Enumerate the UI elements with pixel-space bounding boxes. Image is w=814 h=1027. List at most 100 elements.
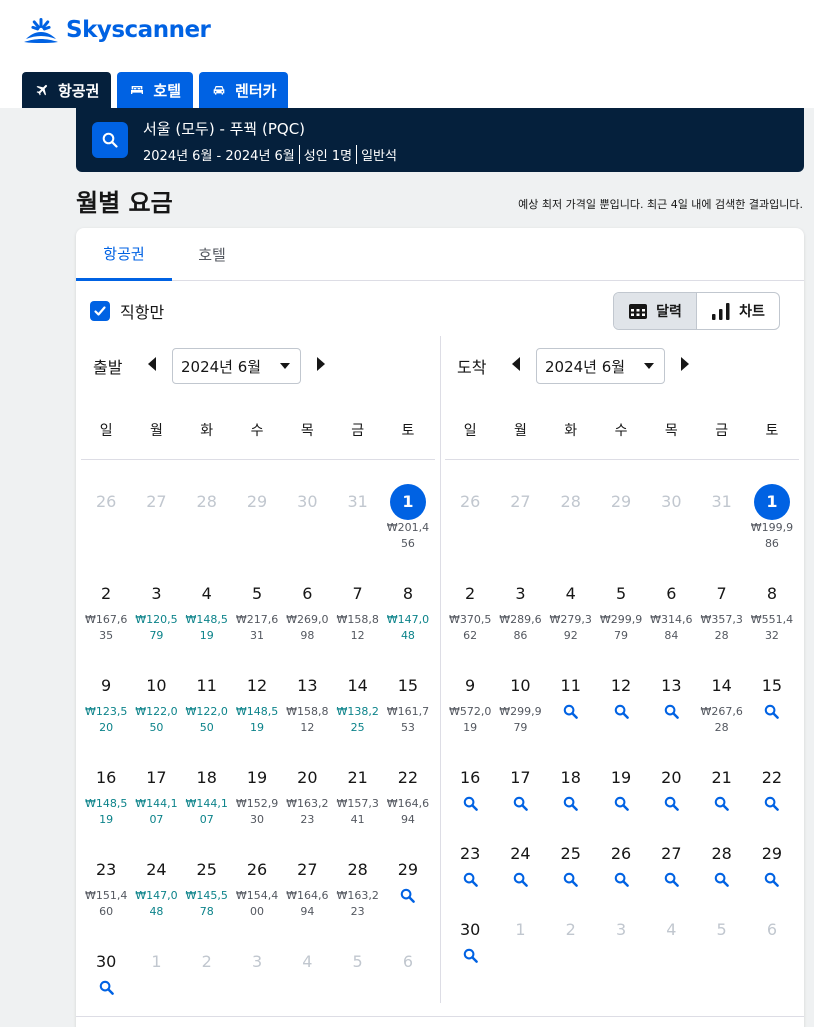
search-price-icon[interactable] — [664, 796, 679, 811]
day-cell[interactable]: 25 ₩145,578 — [182, 852, 232, 940]
day-cell[interactable]: 17 — [495, 760, 545, 848]
day-cell[interactable]: 4 ₩148,519 — [182, 576, 232, 664]
day-cell[interactable]: 22 ₩164,694 — [383, 760, 433, 848]
day-cell[interactable]: 21 ₩157,341 — [333, 760, 383, 848]
day-cell[interactable]: 11 ₩122,050 — [182, 668, 232, 756]
search-price-button[interactable] — [495, 796, 545, 815]
day-cell[interactable]: 23 ₩151,460 — [81, 852, 131, 940]
search-price-button[interactable] — [546, 796, 596, 815]
day-cell[interactable]: 19 — [596, 760, 646, 848]
day-cell[interactable]: 18 — [546, 760, 596, 848]
chart-view-button[interactable]: 차트 — [697, 293, 779, 329]
day-cell[interactable]: 3 ₩120,579 — [131, 576, 181, 664]
search-price-icon[interactable] — [513, 796, 528, 811]
search-price-icon[interactable] — [614, 796, 629, 811]
day-cell[interactable]: 2 ₩167,635 — [81, 576, 131, 664]
day-cell[interactable]: 5 ₩217,631 — [232, 576, 282, 664]
day-cell[interactable]: 10 ₩299,979 — [495, 668, 545, 756]
day-cell[interactable]: 19 ₩152,930 — [232, 760, 282, 848]
day-cell[interactable]: 9 ₩123,520 — [81, 668, 131, 756]
direct-only-checkbox[interactable] — [90, 301, 110, 321]
day-cell[interactable]: 20 — [646, 760, 696, 848]
search-summary[interactable]: 서울 (모두) - 푸꿕 (PQC) 2024년 6월 - 2024년 6월 성… — [76, 108, 804, 172]
day-cell[interactable]: 4 ₩279,392 — [546, 576, 596, 664]
tab-car-hire[interactable]: 렌터카 — [199, 72, 289, 108]
tab-flights[interactable]: 항공권 — [22, 72, 112, 108]
calendar-view-button[interactable]: 달력 — [614, 293, 697, 329]
day-cell[interactable]: 12 — [596, 668, 646, 756]
search-price-icon[interactable] — [764, 704, 780, 719]
search-price-icon[interactable] — [614, 872, 629, 887]
prev-month-icon[interactable] — [146, 356, 158, 372]
day-cell[interactable]: 13 ₩158,812 — [282, 668, 332, 756]
day-cell[interactable]: 12 ₩148,519 — [232, 668, 282, 756]
search-price-button[interactable] — [596, 872, 646, 891]
day-cell[interactable]: 25 — [546, 836, 596, 924]
day-cell[interactable]: 8 ₩147,048 — [383, 576, 433, 664]
search-price-button[interactable] — [495, 872, 545, 891]
search-price-button[interactable] — [546, 872, 596, 891]
search-price-icon[interactable] — [714, 872, 729, 887]
search-price-button[interactable] — [747, 872, 797, 891]
day-cell[interactable]: 27 ₩164,694 — [282, 852, 332, 940]
day-cell[interactable]: 18 ₩144,107 — [182, 760, 232, 848]
search-price-button[interactable] — [445, 796, 495, 815]
day-cell[interactable]: 15 — [747, 668, 797, 756]
day-cell[interactable]: 6 ₩314,684 — [646, 576, 696, 664]
search-price-icon[interactable] — [463, 948, 478, 963]
day-cell[interactable]: 9 ₩572,019 — [445, 668, 495, 756]
tab-hotels[interactable]: 호텔 — [117, 72, 194, 108]
search-price-icon[interactable] — [463, 796, 478, 811]
next-month-icon[interactable] — [315, 356, 327, 372]
day-cell[interactable]: 28 — [697, 836, 747, 924]
prev-month-icon[interactable] — [510, 356, 522, 372]
selected-day-cell[interactable]: 1 ₩201,456 — [383, 484, 433, 572]
day-cell[interactable]: 3 ₩289,686 — [495, 576, 545, 664]
search-price-icon[interactable] — [563, 796, 579, 811]
day-cell[interactable]: 17 ₩144,107 — [131, 760, 181, 848]
search-price-button[interactable] — [697, 796, 747, 815]
day-cell[interactable]: 11 — [546, 668, 596, 756]
direct-only-filter[interactable]: 직항만 — [90, 299, 164, 323]
day-cell[interactable]: 6 ₩269,098 — [282, 576, 332, 664]
search-price-button[interactable] — [697, 872, 747, 891]
day-cell[interactable]: 13 — [646, 668, 696, 756]
search-price-button[interactable] — [596, 796, 646, 815]
day-cell[interactable]: 22 — [747, 760, 797, 848]
day-cell[interactable]: 30 — [445, 912, 495, 1000]
search-price-button[interactable] — [646, 704, 696, 723]
day-cell[interactable]: 30 — [81, 944, 131, 1027]
search-price-icon[interactable] — [764, 796, 780, 811]
day-cell[interactable]: 24 — [495, 836, 545, 924]
skyscanner-logo[interactable]: Skyscanner — [22, 16, 211, 44]
search-price-icon[interactable] — [513, 872, 528, 887]
day-cell[interactable]: 2 ₩370,562 — [445, 576, 495, 664]
return-month-select[interactable]: 2024년 6월 — [536, 348, 665, 384]
day-cell[interactable]: 24 ₩147,048 — [131, 852, 181, 940]
search-price-button[interactable] — [81, 980, 131, 999]
search-price-button[interactable] — [383, 888, 433, 907]
tab-flight-prices[interactable]: 항공권 — [76, 228, 172, 281]
day-cell[interactable]: 16 ₩148,519 — [81, 760, 131, 848]
search-price-icon[interactable] — [664, 872, 679, 887]
search-price-button[interactable] — [747, 704, 797, 723]
search-price-button[interactable] — [646, 796, 696, 815]
search-price-icon[interactable] — [714, 796, 729, 811]
day-cell[interactable]: 15 ₩161,753 — [383, 668, 433, 756]
day-cell[interactable]: 29 — [383, 852, 433, 940]
search-price-icon[interactable] — [400, 888, 416, 903]
search-price-icon[interactable] — [614, 704, 629, 719]
day-cell[interactable]: 29 — [747, 836, 797, 924]
day-cell[interactable]: 23 — [445, 836, 495, 924]
tab-hotel-prices[interactable]: 호텔 — [172, 228, 252, 281]
selected-day-cell[interactable]: 1 ₩199,986 — [747, 484, 797, 572]
search-price-button[interactable] — [596, 704, 646, 723]
day-cell[interactable]: 10 ₩122,050 — [131, 668, 181, 756]
next-month-icon[interactable] — [679, 356, 691, 372]
search-price-button[interactable] — [747, 796, 797, 815]
search-price-icon[interactable] — [463, 872, 478, 887]
day-cell[interactable]: 26 — [596, 836, 646, 924]
day-cell[interactable]: 7 ₩357,328 — [697, 576, 747, 664]
day-cell[interactable]: 21 — [697, 760, 747, 848]
day-cell[interactable]: 20 ₩163,223 — [282, 760, 332, 848]
